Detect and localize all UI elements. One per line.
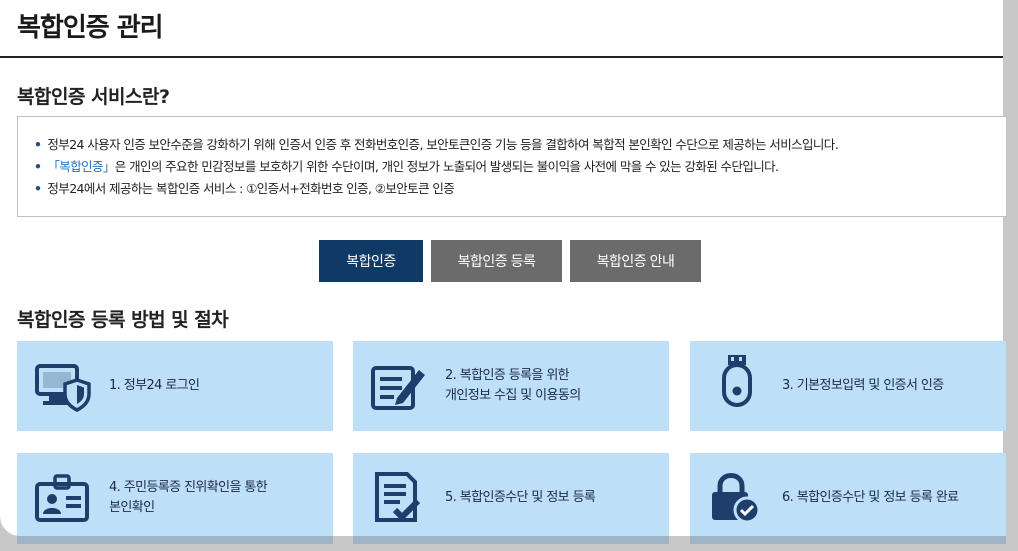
monitor-shield-icon xyxy=(35,364,91,412)
procedure-heading: 복합인증 등록 방법 및 절차 xyxy=(17,309,229,331)
step-text: 본인확인 xyxy=(109,500,155,515)
intro-list: • 정부24 사용자 인증 보안수준을 강화하기 위해 인증서 인증 후 전화번호… xyxy=(34,134,839,200)
step-text: 6. 복합인증수단 및 정보 등록 완료 xyxy=(782,490,959,505)
bullet-icon: • xyxy=(34,159,42,174)
step-text: 1. 정부24 로그인 xyxy=(109,378,200,393)
step-text: 4. 주민등록증 진위확인을 통한 xyxy=(109,480,268,495)
tab-composite-auth-register[interactable]: 복합인증 등록 xyxy=(431,240,562,282)
bullet-icon: • xyxy=(34,137,42,152)
card-shadow xyxy=(690,536,1006,544)
id-card-icon xyxy=(35,474,89,522)
page-title: 복합인증 관리 xyxy=(17,13,164,43)
title-bar: 복합인증 관리 xyxy=(0,0,1003,58)
step-card-register-info[interactable]: 5. 복합인증수단 및 정보 등록 xyxy=(353,453,669,543)
intro-item: • 정부24 사용자 인증 보안수준을 강화하기 위해 인증서 인증 후 전화번호… xyxy=(34,134,839,156)
document-check-icon xyxy=(375,472,421,522)
step-text: 5. 복합인증수단 및 정보 등록 xyxy=(445,490,596,505)
step-text: 3. 기본정보입력 및 인증서 인증 xyxy=(782,378,944,393)
intro-text: 정부24에서 제공하는 복합인증 서비스 : ①인증서+전화번호 인증, ②보안… xyxy=(47,181,455,196)
intro-info-box: • 정부24 사용자 인증 보안수준을 강화하기 위해 인증서 인증 후 전화번호… xyxy=(17,116,1007,217)
card-shadow xyxy=(353,536,669,544)
step-label: 2. 복합인증 등록을 위한 개인정보 수집 및 이용동의 xyxy=(445,341,581,431)
lock-check-icon xyxy=(712,473,761,524)
intro-text: 정부24 사용자 인증 보안수준을 강화하기 위해 인증서 인증 후 전화번호인… xyxy=(47,137,839,152)
bullet-icon: • xyxy=(34,181,42,196)
tab-bar: 복합인증 복합인증 등록 복합인증 안내 xyxy=(319,240,701,282)
step-card-complete[interactable]: 6. 복합인증수단 및 정보 등록 완료 xyxy=(690,453,1006,543)
form-pencil-icon xyxy=(371,366,425,410)
step-label: 1. 정부24 로그인 xyxy=(109,341,200,431)
intro-text: 은 개인의 주요한 민감정보를 보호하기 위한 수단이며, 개인 정보가 노출되… xyxy=(114,159,779,174)
intro-heading: 복합인증 서비스란? xyxy=(17,86,170,108)
step-text: 2. 복합인증 등록을 위한 xyxy=(445,368,570,383)
card-shadow xyxy=(17,536,333,544)
step-card-login[interactable]: 1. 정부24 로그인 xyxy=(17,341,333,431)
step-label: 5. 복합인증수단 및 정보 등록 xyxy=(445,453,596,543)
step-label: 6. 복합인증수단 및 정보 등록 완료 xyxy=(782,453,959,543)
step-text: 개인정보 수집 및 이용동의 xyxy=(445,388,581,403)
step-label: 3. 기본정보입력 및 인증서 인증 xyxy=(782,341,944,431)
step-card-consent[interactable]: 2. 복합인증 등록을 위한 개인정보 수집 및 이용동의 xyxy=(353,341,669,431)
step-card-cert-auth[interactable]: 3. 기본정보입력 및 인증서 인증 xyxy=(690,341,1006,431)
tab-composite-auth-guide[interactable]: 복합인증 안내 xyxy=(570,240,701,282)
intro-highlight: 「복합인증」 xyxy=(47,159,115,174)
step-card-id-verify[interactable]: 4. 주민등록증 진위확인을 통한 본인확인 xyxy=(17,453,333,543)
usb-token-icon xyxy=(722,355,752,407)
step-label: 4. 주민등록증 진위확인을 통한 본인확인 xyxy=(109,453,268,543)
intro-item: • 정부24에서 제공하는 복합인증 서비스 : ①인증서+전화번호 인증, ②보… xyxy=(34,178,838,200)
tab-composite-auth[interactable]: 복합인증 xyxy=(319,240,423,282)
intro-item: • 「복합인증」은 개인의 주요한 민감정보를 보호하기 위한 수단이며, 개인 … xyxy=(34,156,838,178)
